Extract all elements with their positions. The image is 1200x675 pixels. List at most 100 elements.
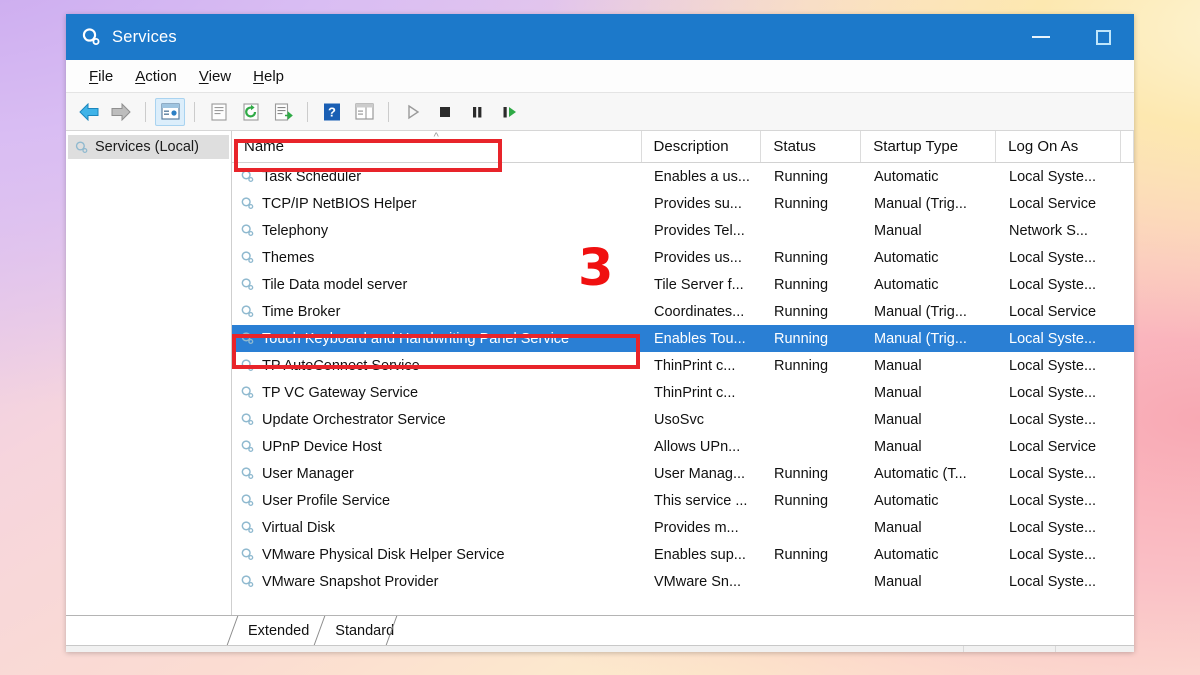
service-name-label: TP AutoConnect Service xyxy=(262,357,420,374)
table-row[interactable]: TCP/IP NetBIOS Helper Provides su... Runni… xyxy=(232,190,1134,217)
service-gear-icon xyxy=(241,224,254,237)
maximize-button[interactable] xyxy=(1072,14,1134,60)
cell-startup: Manual xyxy=(862,412,997,428)
stop-service-button[interactable] xyxy=(430,98,460,126)
menu-item-view[interactable]: View xyxy=(188,66,242,87)
service-gear-icon xyxy=(241,467,254,480)
forward-button[interactable] xyxy=(106,98,136,126)
export-list-button[interactable] xyxy=(268,98,298,126)
console-tree-icon xyxy=(160,103,180,120)
service-startup-label: Manual xyxy=(874,357,922,374)
table-row[interactable]: Themes Provides us... Running Automatic Loca… xyxy=(232,244,1134,271)
cell-name: Task Scheduler xyxy=(232,169,642,185)
table-row[interactable]: Update Orchestrator Service UsoSvc Manual L… xyxy=(232,406,1134,433)
cell-description: Allows UPn... xyxy=(642,439,762,455)
cell-name: User Profile Service xyxy=(232,493,642,509)
cell-startup: Manual (Trig... xyxy=(862,304,997,320)
service-startup-label: Manual xyxy=(874,384,922,401)
cell-description: Provides m... xyxy=(642,520,762,536)
service-startup-label: Manual xyxy=(874,222,922,239)
service-description-label: ThinPrint c... xyxy=(654,357,736,374)
help-button[interactable]: ? xyxy=(317,98,347,126)
cell-logon: Local Syste... xyxy=(997,520,1122,536)
table-row[interactable]: Tile Data model server Tile Server f... Ru… xyxy=(232,271,1134,298)
action-pane-icon xyxy=(354,103,374,120)
column-header-startup-type-label: Startup Type xyxy=(873,138,959,155)
service-description-label: Provides m... xyxy=(654,519,739,536)
table-row[interactable]: Time Broker Coordinates... Running Manual (… xyxy=(232,298,1134,325)
window-titlebar[interactable]: Services xyxy=(66,14,1134,60)
table-row[interactable]: UPnP Device Host Allows UPn... Manual Local… xyxy=(232,433,1134,460)
column-header-status-label: Status xyxy=(773,138,816,155)
service-gear-icon xyxy=(241,548,254,561)
cell-startup: Manual (Trig... xyxy=(862,331,997,347)
restart-service-button[interactable] xyxy=(494,98,524,126)
properties-icon xyxy=(211,102,227,121)
start-service-button[interactable] xyxy=(398,98,428,126)
cell-status: Running xyxy=(762,250,862,266)
service-startup-label: Automatic xyxy=(874,492,939,509)
cell-name: TCP/IP NetBIOS Helper xyxy=(232,196,642,212)
view-tabstrip: Extended Standard xyxy=(66,615,1134,645)
service-description-label: Tile Server f... xyxy=(654,276,744,293)
service-startup-label: Manual xyxy=(874,573,922,590)
tab-standard[interactable]: Standard xyxy=(319,616,404,645)
service-description-label: Provides us... xyxy=(654,249,742,266)
maximize-icon xyxy=(1095,29,1111,45)
menu-item-action[interactable]: Action xyxy=(124,66,188,87)
sidebar-item-services-local[interactable]: Services (Local) xyxy=(68,135,229,159)
cell-name: VMware Snapshot Provider xyxy=(232,574,642,590)
minimize-icon xyxy=(1032,36,1050,38)
cell-description: UsoSvc xyxy=(642,412,762,428)
column-header-startup-type[interactable]: Startup Type xyxy=(861,131,997,162)
back-button[interactable] xyxy=(74,98,104,126)
refresh-button[interactable] xyxy=(236,98,266,126)
table-row[interactable]: User Profile Service This service ... Runn… xyxy=(232,487,1134,514)
column-header-description-label: Description xyxy=(653,138,729,155)
show-action-pane-button[interactable] xyxy=(349,98,379,126)
cell-logon: Local Syste... xyxy=(997,169,1122,185)
service-name-label: Time Broker xyxy=(262,303,341,320)
column-header-status[interactable]: Status xyxy=(761,131,862,162)
menu-file-rest: ile xyxy=(98,67,114,85)
service-status-label: Running xyxy=(774,465,829,482)
menu-item-help[interactable]: Help xyxy=(242,66,295,87)
cell-logon: Local Service xyxy=(997,196,1122,212)
properties-button[interactable] xyxy=(204,98,234,126)
table-row[interactable]: User Manager User Manag... Running Automati… xyxy=(232,460,1134,487)
service-logon-label: Local Syste... xyxy=(1009,384,1097,401)
menu-item-file[interactable]: File xyxy=(78,66,124,87)
cell-logon: Network S... xyxy=(997,223,1122,239)
service-gear-icon xyxy=(241,197,254,210)
service-gear-icon xyxy=(241,440,254,453)
view-tabs: Extended Standard xyxy=(232,616,404,645)
service-name-label: Touch Keyboard and Handwriting Panel Ser… xyxy=(262,330,570,347)
table-row[interactable]: TP VC Gateway Service ThinPrint c... Manua… xyxy=(232,379,1134,406)
show-hide-console-tree-button[interactable] xyxy=(155,97,185,126)
column-header-log-on-as[interactable]: Log On As xyxy=(996,131,1121,162)
service-description-label: User Manag... xyxy=(654,465,746,482)
table-row[interactable]: TP AutoConnect Service ThinPrint c... Runn… xyxy=(232,352,1134,379)
service-name-label: Task Scheduler xyxy=(262,168,362,185)
service-name-label: TCP/IP NetBIOS Helper xyxy=(262,195,417,212)
column-header-description[interactable]: Description xyxy=(642,131,762,162)
table-row[interactable]: Touch Keyboard and Handwriting Panel Ser… xyxy=(232,325,1134,352)
cell-status: Running xyxy=(762,493,862,509)
service-name-label: Update Orchestrator Service xyxy=(262,411,446,428)
pause-service-button[interactable] xyxy=(462,98,492,126)
tab-extended[interactable]: Extended xyxy=(232,616,319,645)
minimize-button[interactable] xyxy=(1010,14,1072,60)
toolbar: ? xyxy=(66,93,1134,131)
column-header-name[interactable]: Name ^ xyxy=(232,131,642,162)
table-row[interactable]: Virtual Disk Provides m... Manual Local Sys… xyxy=(232,514,1134,541)
service-status-label: Running xyxy=(774,330,829,347)
table-row[interactable]: Task Scheduler Enables a us... Running Auto… xyxy=(232,163,1134,190)
service-logon-label: Local Syste... xyxy=(1009,411,1097,428)
table-row[interactable]: VMware Physical Disk Helper Service Enabl… xyxy=(232,541,1134,568)
service-gear-icon xyxy=(241,359,254,372)
status-pane-main xyxy=(66,646,964,652)
service-logon-label: Local Syste... xyxy=(1009,465,1097,482)
table-row[interactable]: Telephony Provides Tel... Manual Network S.… xyxy=(232,217,1134,244)
window-title: Services xyxy=(112,27,177,46)
table-row[interactable]: VMware Snapshot Provider VMware Sn... Manu… xyxy=(232,568,1134,595)
